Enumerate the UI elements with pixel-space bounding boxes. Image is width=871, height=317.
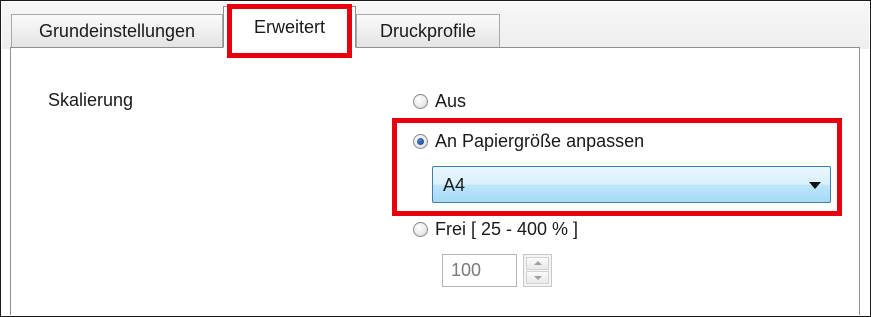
stepper-down-button[interactable] (526, 271, 549, 284)
chevron-down-icon[interactable] (809, 182, 821, 189)
radio-label-fit-to-paper: An Papiergröße anpassen (435, 131, 645, 151)
radio-option-fit-to-paper[interactable]: An Papiergröße anpassen (413, 131, 644, 152)
tab-erweitert[interactable]: Erweitert (223, 6, 356, 48)
arrow-up-icon (534, 261, 542, 265)
radio-option-aus[interactable]: Aus (413, 91, 466, 112)
percent-input[interactable]: 100 (442, 254, 517, 287)
stepper-up-button[interactable] (526, 257, 549, 270)
dialog-frame: Grundeinstellungen Erweitert Druckprofil… (0, 0, 871, 317)
tab-druckprofile[interactable]: Druckprofile (356, 14, 500, 47)
radio-button-icon[interactable] (413, 94, 428, 109)
tab-grundeinstellungen[interactable]: Grundeinstellungen (11, 14, 223, 47)
radio-label-aus: Aus (435, 91, 467, 111)
arrow-down-icon (534, 276, 542, 280)
scaling-label: Skalierung (48, 90, 134, 110)
percent-stepper[interactable] (523, 254, 552, 287)
radio-label-frei: Frei [ 25 - 400 % ] (435, 219, 579, 239)
paper-size-dropdown[interactable]: A4 (432, 166, 831, 203)
paper-size-value: A4 (443, 175, 466, 195)
radio-button-checked-icon[interactable] (413, 134, 428, 149)
radio-button-icon[interactable] (413, 222, 428, 237)
radio-option-frei[interactable]: Frei [ 25 - 400 % ] (413, 219, 578, 240)
